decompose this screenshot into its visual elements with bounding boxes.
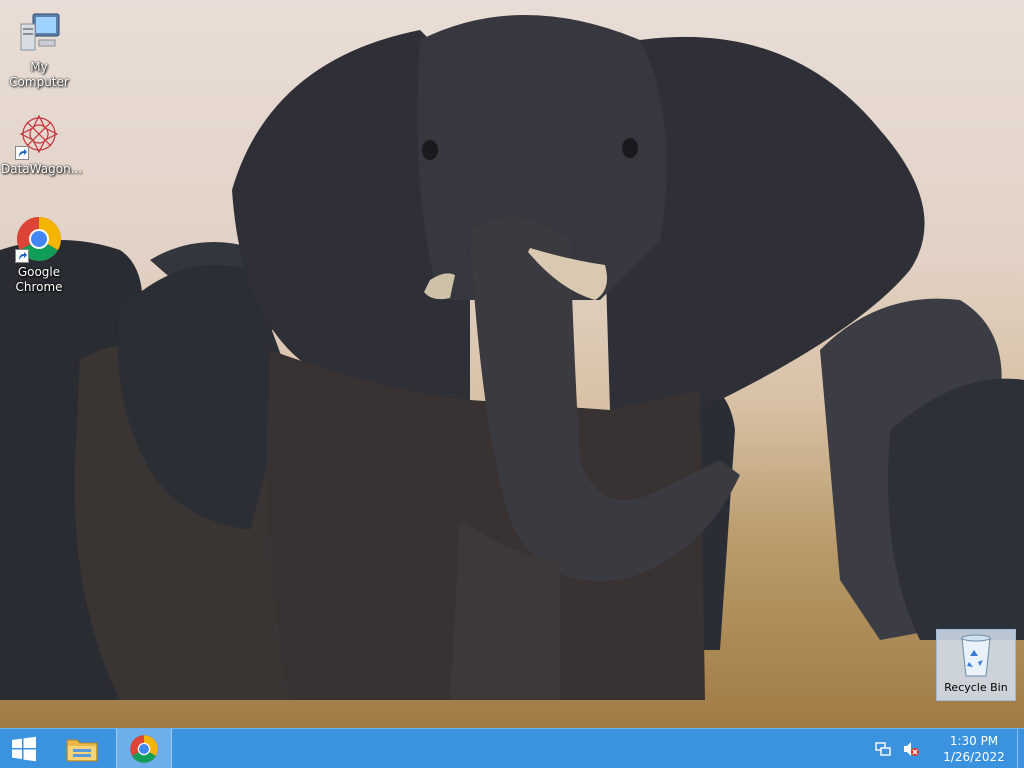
taskbar-file-explorer-button[interactable] — [54, 729, 110, 768]
clock-time: 1:30 PM — [949, 733, 999, 748]
show-desktop-button[interactable] — [1017, 729, 1024, 768]
desktop-icon-label: DataWagon... — [1, 162, 83, 176]
shortcut-arrow-icon — [15, 249, 29, 263]
elephant-wallpaper-image — [0, 15, 1024, 700]
desktop-icon-label-line1: Google — [17, 265, 61, 279]
chrome-icon — [130, 734, 158, 763]
shortcut-arrow-icon — [15, 146, 29, 160]
folder-icon — [66, 739, 98, 761]
volume-muted-icon[interactable] — [901, 739, 921, 759]
desktop-wallpaper — [0, 0, 1024, 728]
system-tray: 1:30 PM 1/26/2022 — [869, 729, 1024, 768]
windows-logo-icon — [12, 736, 36, 761]
start-button[interactable] — [0, 729, 48, 768]
desktop-icon-datawagon[interactable]: DataWagon... — [1, 112, 83, 177]
taskbar-clock[interactable]: 1:30 PM 1/26/2022 — [931, 733, 1017, 765]
desktop-icon-google-chrome[interactable]: Google Chrome — [1, 215, 77, 295]
taskbar: 1:30 PM 1/26/2022 — [0, 728, 1024, 768]
desktop-icon-recycle-bin[interactable]: Recycle Bin — [936, 629, 1016, 701]
taskbar-chrome-button[interactable] — [116, 729, 172, 768]
computer-icon — [15, 10, 63, 58]
desktop-icon-label: Recycle Bin — [944, 681, 1008, 694]
clock-date: 1/26/2022 — [943, 749, 1005, 764]
desktop-icon-my-computer[interactable]: My Computer — [1, 10, 77, 90]
desktop-icon-label: My Computer — [9, 60, 69, 89]
network-icon[interactable] — [873, 739, 893, 759]
desktop-icon-label-line2: Chrome — [15, 280, 63, 294]
datawagon-icon — [15, 112, 63, 160]
recycle-bin-icon — [956, 632, 996, 678]
chrome-icon — [15, 215, 63, 263]
